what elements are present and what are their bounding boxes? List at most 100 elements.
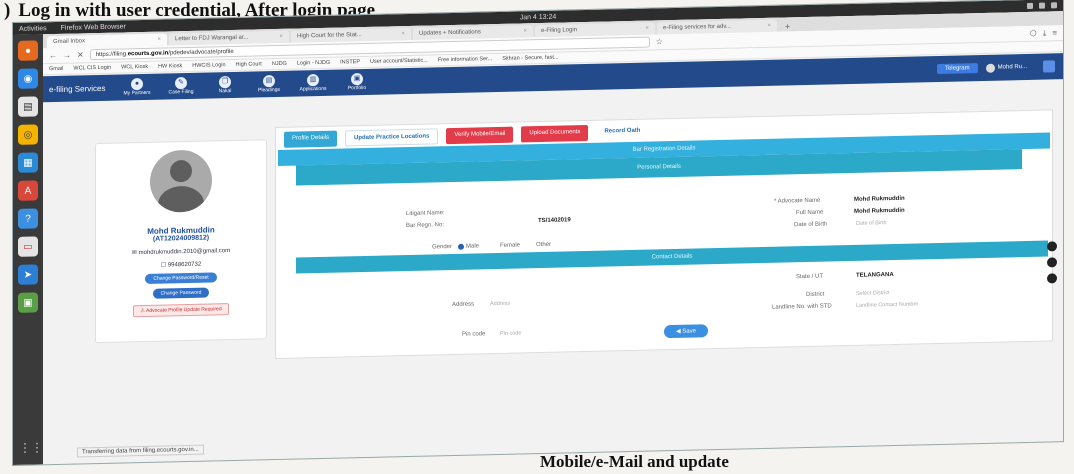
nav-pleadings[interactable]: ▤ Pleadings xyxy=(251,75,287,94)
email-icon: ✉ xyxy=(131,250,139,257)
dob-input[interactable]: Date of Birth xyxy=(856,220,887,227)
profile-email: ✉ mohdrukmuddin.2010@gmail.com xyxy=(131,248,231,257)
pencil-icon: ✎ xyxy=(175,77,187,90)
gender-female-label[interactable]: Female xyxy=(500,242,520,248)
activities-label[interactable]: Activities xyxy=(19,25,47,33)
state-label: State / UT xyxy=(796,273,824,281)
bookmark-item[interactable]: Gmail xyxy=(49,66,63,72)
bookmark-item[interactable]: Free information Ser... xyxy=(438,56,492,63)
close-icon[interactable]: × xyxy=(279,31,283,43)
terminal-icon[interactable]: ▣ xyxy=(18,292,38,313)
files-icon[interactable]: ▤ xyxy=(18,96,38,117)
verify-mobile-email-button[interactable]: Verify Mobile/Email xyxy=(446,126,514,145)
telegram-icon[interactable]: ➤ xyxy=(18,264,38,285)
profile-details-button[interactable]: Profile Details xyxy=(284,130,338,148)
user-menu[interactable]: Mohd Ru... xyxy=(985,62,1027,73)
state-select[interactable]: TELANGANA xyxy=(856,272,894,279)
gender-male-radio[interactable] xyxy=(458,243,464,250)
writer-icon[interactable]: ▦ xyxy=(18,152,38,173)
update-practice-button[interactable]: Update Practice Locations xyxy=(345,128,439,147)
bookmark-item[interactable]: NJDG xyxy=(272,61,287,67)
circle-icon[interactable] xyxy=(1047,241,1057,252)
nav-case-filing[interactable]: ✎ Case Filing xyxy=(163,77,199,96)
change-password-button[interactable]: Change Password xyxy=(152,287,210,299)
bookmark-item[interactable]: Sithran - Secure, fast... xyxy=(502,55,558,62)
status-bar: Transferring data from filing.ecourts.go… xyxy=(77,444,204,458)
file-icon[interactable] xyxy=(1047,273,1057,284)
rhythmbox-icon[interactable]: ◎ xyxy=(18,124,38,145)
help-icon[interactable]: ? xyxy=(18,208,38,229)
document-viewer-icon[interactable]: ▭ xyxy=(18,236,38,257)
address-input[interactable]: Address xyxy=(490,301,510,307)
photographed-screen: Activities Firefox Web Browser Jan 4 13:… xyxy=(12,0,1064,467)
nav-portfolio[interactable]: ▣ Portfolio xyxy=(339,73,375,92)
software-center-icon[interactable]: A xyxy=(18,180,38,201)
close-icon[interactable]: × xyxy=(767,20,771,32)
chrome-icon[interactable]: ◉ xyxy=(18,68,38,89)
landline-input[interactable]: Landline Contact Number xyxy=(856,301,918,308)
efiling-brand[interactable]: e-filing Services xyxy=(49,83,119,93)
gender-male-label: Male xyxy=(466,243,480,250)
power-icon xyxy=(1051,2,1057,9)
avatar xyxy=(985,63,995,73)
reload-icon[interactable]: ✕ xyxy=(77,50,84,59)
full-name-value[interactable]: Mohd Rukmuddin xyxy=(854,208,905,215)
profile-phone: ☐ 9948620732 xyxy=(160,261,202,269)
help-icon[interactable] xyxy=(1047,257,1057,268)
bookmark-item[interactable]: WCL Kiosk xyxy=(121,64,148,71)
upload-documents-button[interactable]: Upload Documents xyxy=(521,124,589,143)
gender-label: Gender xyxy=(432,244,453,251)
extensions-icon[interactable]: ⬡ xyxy=(1030,28,1037,38)
bookmark-star-icon[interactable]: ☆ xyxy=(656,37,663,46)
close-icon[interactable]: × xyxy=(523,25,527,37)
district-select[interactable]: Select District xyxy=(856,290,890,297)
gender-other-label[interactable]: Other xyxy=(536,242,551,248)
copy-icon: ❐ xyxy=(219,76,231,89)
telegram-button[interactable]: Telegram xyxy=(936,63,978,75)
system-tray[interactable] xyxy=(1027,2,1057,9)
new-tab-button[interactable]: + xyxy=(779,21,796,31)
change-password-reset-button[interactable]: Change Password/Reset xyxy=(145,272,217,284)
bookmark-item[interactable]: Login - NJDG xyxy=(297,60,330,67)
right-rail xyxy=(1047,241,1057,284)
dock: ● ◉ ▤ ◎ ▦ A ? ▭ ➤ ▣ ⋮⋮ xyxy=(13,34,43,465)
bookmark-item[interactable]: User account/Statistic... xyxy=(370,58,428,65)
forward-icon[interactable]: → xyxy=(63,51,71,60)
back-icon[interactable]: ← xyxy=(49,51,57,60)
advocate-name-value[interactable]: Mohd Rukmuddin xyxy=(854,196,905,203)
document-footer: Mobile/e-Mail and update xyxy=(540,452,729,471)
district-label: District xyxy=(806,291,825,298)
bookmark-item[interactable]: HW Kiosk xyxy=(158,63,182,70)
nav-applications[interactable]: ▥ Applications xyxy=(295,74,331,93)
close-icon[interactable]: × xyxy=(645,23,649,35)
firefox-icon[interactable]: ● xyxy=(18,40,38,61)
menu-icon[interactable]: ≡ xyxy=(1052,28,1057,38)
bookmark-item[interactable]: WCL CIS Login xyxy=(73,65,111,72)
litigant-label: Litigant Name: xyxy=(406,210,445,218)
bookmark-item[interactable]: INSTEP xyxy=(340,59,360,65)
save-button[interactable]: ◀ Save xyxy=(664,324,708,339)
bookmark-item[interactable]: HWCIS Login xyxy=(192,62,225,69)
bar-reg-label: Bar Regn. No: xyxy=(406,222,445,230)
close-icon[interactable]: × xyxy=(157,34,161,46)
warning-badge: ⚠ Advocate Profile Update Required xyxy=(133,303,229,318)
downloads-icon[interactable]: ⤓ xyxy=(1043,28,1047,38)
close-icon[interactable]: × xyxy=(401,28,405,40)
address-label: Address xyxy=(452,301,475,309)
phone-icon: ☐ xyxy=(160,262,168,269)
advocate-name-label: * Advocate Name xyxy=(774,197,821,205)
show-apps-icon[interactable]: ⋮⋮ xyxy=(19,440,43,458)
nav-nakal[interactable]: ❐ Nakal xyxy=(207,76,243,95)
clock[interactable]: Jan 4 13:24 xyxy=(520,13,557,21)
full-name-label: Full Name xyxy=(796,209,824,217)
document-icon: ▤ xyxy=(263,75,275,88)
browser-app-label: Firefox Web Browser xyxy=(60,22,126,32)
record-oath-button[interactable]: Record Oath xyxy=(596,123,649,141)
nav-my-partners[interactable]: ● My Partners xyxy=(119,78,155,97)
bookmark-item[interactable]: High Court xyxy=(236,61,262,68)
bar-reg-value: TS/1402019 xyxy=(538,217,571,225)
pin-input[interactable]: Pin code xyxy=(500,330,521,336)
landline-label: Landline No. with STD xyxy=(772,303,832,311)
network-icon xyxy=(1027,2,1033,9)
extension-icon[interactable] xyxy=(1043,60,1055,73)
